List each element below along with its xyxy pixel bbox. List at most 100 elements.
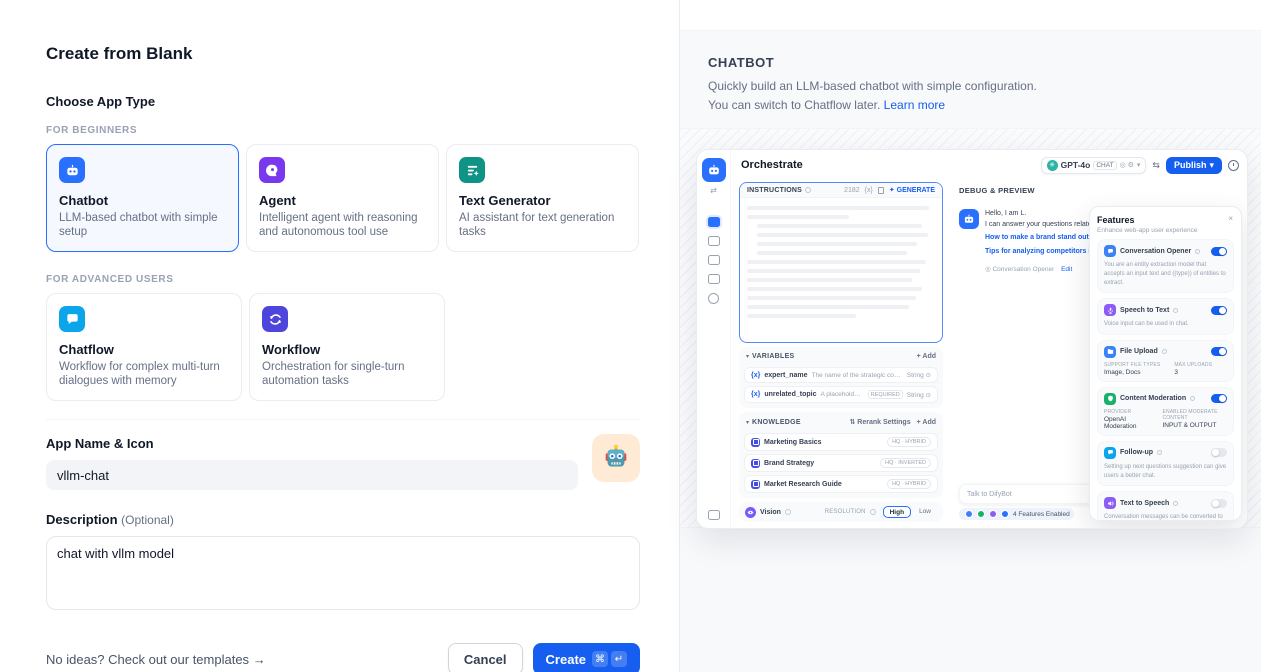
preview-panel-body: CHATBOT Quickly build an LLM-based chatb… xyxy=(680,30,1261,672)
modal-footer: No ideas? Check out our templates → Canc… xyxy=(46,643,640,672)
feature-item: File Upload SUPPORT FILE TYPESImage, Doc… xyxy=(1097,340,1234,382)
debug-preview-column: DEBUG & PREVIEW Hello, I am L. I can ans… xyxy=(949,180,1247,528)
knowledge-section: ▾ KNOWLEDGE ⇅ Rerank Settings + Add xyxy=(739,412,943,498)
dataset-icon xyxy=(751,438,760,447)
orchestrate-nav-icon xyxy=(708,217,720,227)
for-beginners-label: FOR BEGINNERS xyxy=(46,125,640,136)
robot-emoji-icon xyxy=(601,443,631,473)
beginner-app-type-cards: Chatbot LLM-based chatbot with simple se… xyxy=(46,144,640,252)
resolution-segmented-control: High Low xyxy=(883,506,937,518)
add-knowledge-button: + Add xyxy=(917,419,936,426)
logs-nav-icon xyxy=(708,255,720,265)
chevron-down-icon: ▾ xyxy=(1209,160,1214,171)
add-variable-button: + Add xyxy=(917,353,936,360)
for-advanced-users-label: FOR ADVANCED USERS xyxy=(46,274,640,285)
section-divider xyxy=(46,419,640,420)
feature-icon xyxy=(1104,497,1116,509)
feature-toggle xyxy=(1211,499,1227,508)
info-icon xyxy=(785,509,791,515)
required-badge: REQUIRED xyxy=(868,390,903,399)
knowledge-row: Brand Strategy HQ · INVERTED xyxy=(744,454,938,472)
templates-link[interactable]: No ideas? Check out our templates → xyxy=(46,652,266,667)
edit-link: Edit xyxy=(1061,266,1072,273)
create-button[interactable]: Create ⌘ ↵ xyxy=(533,643,640,672)
app-name-label: App Name & Icon xyxy=(46,436,640,451)
description-textarea[interactable]: chat with vllm model xyxy=(46,536,640,610)
app-type-preview-panel: CHATBOT Quickly build an LLM-based chatb… xyxy=(679,0,1261,672)
choose-app-type-label: Choose App Type xyxy=(46,94,640,109)
instructions-skeleton-text xyxy=(740,198,942,343)
feature-dot-icon xyxy=(989,510,997,518)
features-title: Features xyxy=(1097,215,1234,225)
variable-row: {x} expert_name The name of the strategi… xyxy=(744,367,938,383)
info-icon xyxy=(870,509,876,515)
card-description: Workflow for complex multi-turn dialogue… xyxy=(59,360,229,388)
feature-toggle xyxy=(1211,394,1227,403)
app-type-card-text-generator[interactable]: Text Generator AI assistant for text gen… xyxy=(446,144,639,252)
card-title: Workflow xyxy=(262,342,432,357)
page-title: Create from Blank xyxy=(46,44,640,64)
card-description: LLM-based chatbot with simple setup xyxy=(59,211,226,239)
card-description: AI assistant for text generation tasks xyxy=(459,211,626,239)
card-title: Chatbot xyxy=(59,193,226,208)
create-app-dialog: Create from Blank Choose App Type FOR BE… xyxy=(0,0,1261,672)
swap-icon: ⇄ xyxy=(710,186,717,195)
copy-icon xyxy=(878,187,884,194)
info-icon xyxy=(805,187,811,193)
rerank-settings-button: ⇅ Rerank Settings xyxy=(850,418,911,426)
variables-section: ▾ VARIABLES + Add {x} expert_name The na… xyxy=(739,347,943,408)
features-subtitle: Enhance web-app user experience xyxy=(1097,227,1234,234)
text-generator-icon xyxy=(459,157,485,183)
preview-heading: CHATBOT xyxy=(708,55,1233,70)
description-label: Description (Optional) xyxy=(46,512,640,527)
collapse-icon: ▾ xyxy=(746,353,749,360)
resolution-low-option: Low xyxy=(913,506,937,518)
settings-nav-icon xyxy=(708,510,720,520)
cmd-key-icon: ⌘ xyxy=(592,651,608,667)
info-icon xyxy=(1195,249,1200,254)
instructions-panel: INSTRUCTIONS 2182 {x} ✦ GENERATE xyxy=(739,182,943,343)
variables-label: VARIABLES xyxy=(752,353,794,360)
card-description: Orchestration for single-turn automation… xyxy=(262,360,432,388)
model-mode-badge: CHAT xyxy=(1093,161,1116,170)
app-type-card-chatflow[interactable]: Chatflow Workflow for complex multi-turn… xyxy=(46,293,242,401)
bot-avatar-icon xyxy=(959,209,979,229)
vision-setting-row: Vision RESOLUTION High Low xyxy=(739,502,943,522)
advanced-app-type-cards: Chatflow Workflow for complex multi-turn… xyxy=(46,293,640,401)
feature-item: Speech to Text Voice input can be used i… xyxy=(1097,298,1234,335)
app-name-input[interactable] xyxy=(46,460,578,490)
index-mode-tag: HQ · HYBRID xyxy=(887,437,931,447)
dataset-icon xyxy=(751,459,760,468)
variable-row: {x} unrelated_topic A placeholder for to… xyxy=(744,386,938,403)
info-icon xyxy=(1162,349,1167,354)
token-count: 2182 xyxy=(844,187,860,194)
feature-toggle xyxy=(1211,347,1227,356)
variable-token-icon: {x} xyxy=(751,372,760,379)
web-nav-icon xyxy=(708,293,719,304)
app-icon-picker[interactable] xyxy=(592,434,640,482)
optional-hint: (Optional) xyxy=(121,513,174,527)
cancel-button[interactable]: Cancel xyxy=(448,643,523,672)
opener-icon: ◎ xyxy=(985,266,991,273)
feature-dot-icon xyxy=(1001,510,1009,518)
app-type-card-chatbot[interactable]: Chatbot LLM-based chatbot with simple se… xyxy=(46,144,239,252)
orchestrate-topbar: Orchestrate ✳ GPT-4o CHAT ◎ ⚙ ▾ ⇆ xyxy=(731,150,1247,180)
variable-token-icon: {x} xyxy=(751,391,760,398)
resolution-label: RESOLUTION xyxy=(825,509,866,515)
model-provider-icon: ✳ xyxy=(1047,160,1058,171)
instructions-label: INSTRUCTIONS xyxy=(747,187,802,194)
feature-dot-icon xyxy=(965,510,973,518)
info-icon xyxy=(1173,308,1178,313)
chevron-down-icon: ▾ xyxy=(1137,161,1141,169)
feature-item: Text to Speech Conversation messages can… xyxy=(1097,491,1234,521)
learn-more-link[interactable]: Learn more xyxy=(884,98,945,112)
app-type-card-workflow[interactable]: Workflow Orchestration for single-turn a… xyxy=(249,293,445,401)
knowledge-row: Market Research Guide HQ · HYBRID xyxy=(744,475,938,493)
feature-dot-icon xyxy=(977,510,985,518)
app-name-section: App Name & Icon xyxy=(46,436,640,490)
debug-preview-label: DEBUG & PREVIEW xyxy=(959,186,1239,195)
orchestrate-screenshot: ⇄ Orchestrate xyxy=(696,149,1248,529)
features-enabled-badge: 4 Features Enabled xyxy=(959,508,1074,520)
vision-icon xyxy=(745,507,756,518)
app-type-card-agent[interactable]: Agent Intelligent agent with reasoning a… xyxy=(246,144,439,252)
